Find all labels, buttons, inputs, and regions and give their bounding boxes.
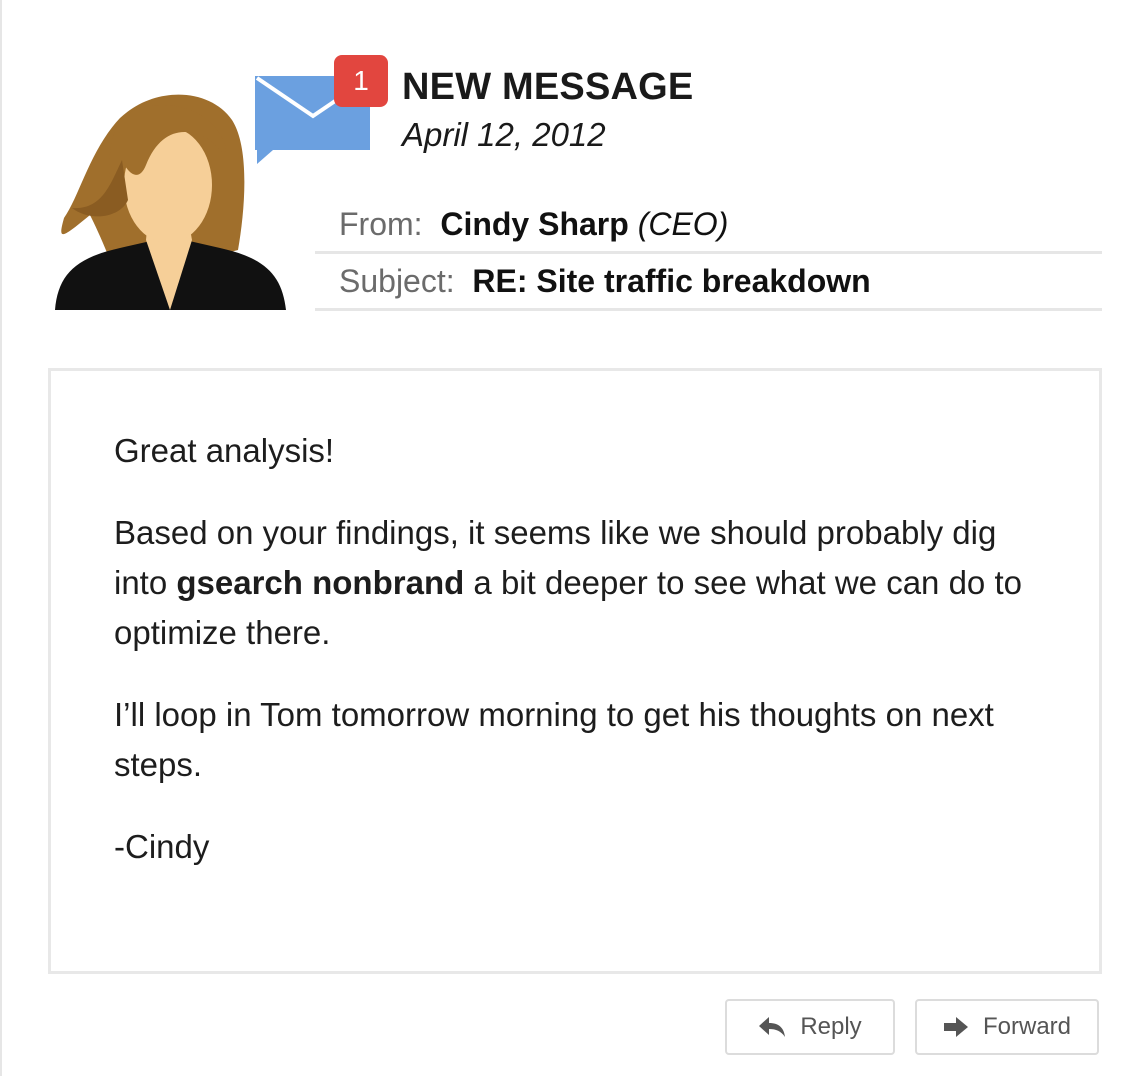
message-heading: NEW MESSAGE [402, 66, 694, 108]
reply-button[interactable]: Reply [725, 999, 895, 1055]
forward-button[interactable]: Forward [915, 999, 1099, 1055]
sender-name: Cindy Sharp [440, 206, 629, 242]
reply-label: Reply [800, 1013, 862, 1040]
paragraph-next-steps: I’ll loop in Tom tomorrow morning to get… [114, 696, 994, 783]
message-date: April 12, 2012 [402, 116, 606, 153]
message-text: Great analysis! Based on your findings, … [114, 426, 1054, 904]
sender-role: (CEO) [637, 206, 729, 242]
from-label: From: [339, 206, 423, 242]
subject-label: Subject: [339, 263, 455, 299]
message-body: Great analysis! Based on your findings, … [48, 368, 1102, 974]
sender-avatar [55, 94, 286, 310]
left-divider [0, 0, 2, 1076]
paragraph-findings: Based on your findings, it seems like we… [114, 508, 1054, 658]
greeting: Great analysis! [114, 432, 335, 469]
highlight-term: gsearch nonbrand [176, 564, 465, 601]
forward-icon [943, 1017, 968, 1037]
subject-value: RE: Site traffic breakdown [472, 263, 871, 299]
signature: -Cindy [114, 828, 210, 865]
forward-label: Forward [982, 1013, 1072, 1040]
subject-row: Subject: RE: Site traffic breakdown [315, 252, 1102, 311]
notification-badge: 1 [334, 55, 388, 107]
reply-icon [759, 1017, 786, 1037]
from-row: From: Cindy Sharp (CEO) [315, 195, 1102, 254]
